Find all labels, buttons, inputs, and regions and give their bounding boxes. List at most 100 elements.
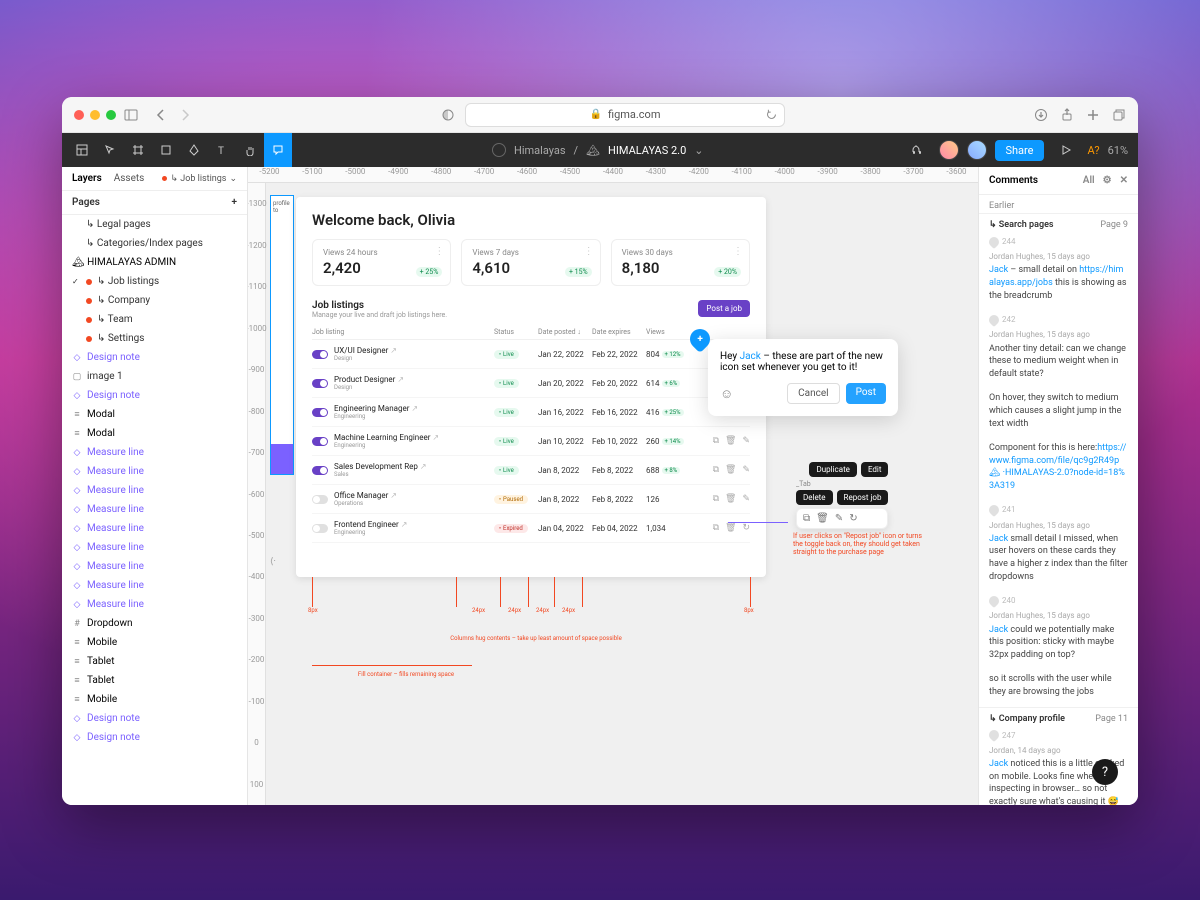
layer-item[interactable]: ≡Modal [62, 405, 247, 424]
settings-icon[interactable]: ⚙ [1103, 175, 1112, 186]
edit-icon[interactable]: ✎ [835, 513, 843, 524]
shield-icon[interactable] [441, 108, 455, 122]
comment-item[interactable]: 244Jordan Hughes, 15 days agoJack – smal… [979, 232, 1138, 310]
tabs-icon[interactable] [1112, 108, 1126, 122]
page-item[interactable]: ↳ Categories/Index pages [62, 234, 247, 253]
stat-card[interactable]: ⋮ Views 7 days 4,610 + 15% [461, 239, 600, 286]
toggle[interactable] [312, 379, 328, 388]
tab-assets[interactable]: Assets [114, 173, 145, 184]
a-badge[interactable]: A? [1088, 144, 1100, 157]
share-button[interactable]: Share [995, 140, 1043, 161]
thread-header[interactable]: ↳ Company profilePage 11 [979, 707, 1138, 726]
user-avatar-2[interactable] [967, 140, 987, 160]
toggle[interactable] [312, 524, 328, 533]
stat-card[interactable]: ⋮ Views 24 hours 2,420 + 25% [312, 239, 451, 286]
trash-icon[interactable]: 🗑 [725, 523, 736, 533]
page-item[interactable]: 🏔 HIMALAYAS ADMIN [62, 253, 247, 272]
trash-icon[interactable]: 🗑 [816, 513, 829, 524]
toggle[interactable] [312, 466, 328, 475]
minimize-window-button[interactable] [90, 110, 100, 120]
comment-item[interactable]: 242Jordan Hughes, 15 days agoAnother tin… [979, 310, 1138, 388]
page-indicator[interactable]: ↳ Job listings ⌄ [162, 174, 237, 184]
edit-icon[interactable]: ✎ [742, 436, 750, 446]
post-job-button[interactable]: Post a job [698, 300, 750, 317]
audio-icon[interactable] [903, 133, 931, 167]
stat-menu-icon[interactable]: ⋮ [733, 246, 743, 257]
comment-item[interactable]: 241Jordan Hughes, 15 days agoJack small … [979, 500, 1138, 591]
layer-item[interactable]: ◇Design note [62, 728, 247, 747]
page-item[interactable]: ↳ Team [62, 310, 247, 329]
col-header[interactable]: Status [494, 328, 538, 336]
trash-icon[interactable]: 🗑 [725, 465, 736, 475]
chevron-down-icon[interactable]: ⌄ [694, 144, 703, 157]
toggle[interactable] [312, 437, 328, 446]
partial-frame[interactable]: profile to [270, 195, 294, 475]
repost-icon[interactable]: ↻ [849, 513, 857, 524]
thread-header[interactable]: ↳ Search pagesPage 9 [979, 213, 1138, 232]
maximize-window-button[interactable] [106, 110, 116, 120]
shape-tool[interactable] [152, 133, 180, 167]
page-item[interactable]: ↳ Legal pages [62, 215, 247, 234]
emoji-picker-icon[interactable]: ☺ [720, 386, 733, 402]
layer-item[interactable]: ≡Tablet [62, 652, 247, 671]
repost-icon[interactable]: ↻ [742, 523, 750, 533]
artboard-job-listings[interactable]: Welcome back, Olivia ⋮ Views 24 hours 2,… [296, 197, 766, 577]
layer-item[interactable]: #Dropdown [62, 614, 247, 633]
comment-item[interactable]: 240Jordan Hughes, 15 days agoJack could … [979, 591, 1138, 669]
layer-item[interactable]: ≡Mobile [62, 690, 247, 709]
stat-menu-icon[interactable]: ⋮ [434, 246, 444, 257]
layer-item[interactable]: ≡Mobile [62, 633, 247, 652]
copy-icon[interactable]: ⧉ [713, 523, 719, 533]
stat-card[interactable]: ⋮ Views 30 days 8,180 + 20% [611, 239, 750, 286]
stat-menu-icon[interactable]: ⋮ [584, 246, 594, 257]
back-button[interactable] [154, 108, 168, 122]
layer-item[interactable]: ◇Measure line [62, 462, 247, 481]
trash-icon[interactable]: 🗑 [725, 436, 736, 446]
copy-icon[interactable]: ⧉ [713, 465, 719, 475]
layer-item[interactable]: ◇Measure line [62, 519, 247, 538]
layer-item[interactable]: ◇Measure line [62, 538, 247, 557]
downloads-icon[interactable] [1034, 108, 1048, 122]
col-header[interactable]: Job listing [312, 328, 494, 336]
sidebar-toggle-icon[interactable] [124, 108, 138, 122]
layer-item[interactable]: ◇Design note [62, 709, 247, 728]
cancel-button[interactable]: Cancel [787, 383, 839, 404]
canvas[interactable]: -5200-5100-5000-4900-4800-4700-4600-4500… [248, 167, 978, 805]
toggle[interactable] [312, 350, 328, 359]
layer-item[interactable]: ◇Measure line [62, 557, 247, 576]
layer-item[interactable]: ◇Measure line [62, 481, 247, 500]
hand-tool[interactable] [236, 133, 264, 167]
copy-icon[interactable]: ⧉ [713, 436, 719, 446]
comment-tool[interactable] [264, 133, 292, 167]
file-breadcrumb[interactable]: Himalayas / 🏔 HIMALAYAS 2.0 ⌄ [292, 143, 903, 157]
layer-item[interactable]: ◇Measure line [62, 595, 247, 614]
post-button[interactable]: Post [846, 383, 886, 404]
menu-tool[interactable] [68, 133, 96, 167]
layer-item[interactable]: ◇Measure line [62, 443, 247, 462]
edit-icon[interactable]: ✎ [742, 494, 750, 504]
zoom-level[interactable]: 61% [1108, 144, 1128, 157]
layer-item[interactable]: ◇Measure line [62, 500, 247, 519]
comment-item[interactable]: Component for this is here:https://www.f… [979, 438, 1138, 500]
edit-icon[interactable]: ✎ [742, 465, 750, 475]
close-icon[interactable]: ✕ [1120, 175, 1128, 186]
filter-all[interactable]: All [1083, 175, 1095, 186]
page-item[interactable]: ↳ Company [62, 291, 247, 310]
trash-icon[interactable]: 🗑 [725, 494, 736, 504]
copy-icon[interactable]: ⧉ [803, 513, 810, 524]
frame-tool[interactable] [124, 133, 152, 167]
comment-text[interactable]: Hey Jack – these are part of the new ico… [720, 351, 886, 373]
url-bar[interactable]: 🔒 figma.com [465, 103, 785, 127]
layer-item[interactable]: ◇Measure line [62, 576, 247, 595]
layer-item[interactable]: ▢image 1 [62, 367, 247, 386]
col-header[interactable]: Date posted ↓ [538, 328, 592, 336]
pen-tool[interactable] [180, 133, 208, 167]
col-header[interactable]: Date expires [592, 328, 646, 336]
tab-layers[interactable]: Layers [72, 173, 102, 184]
page-item[interactable]: ↳ Job listings [62, 272, 247, 291]
add-page-button[interactable]: + [232, 197, 238, 208]
comment-item[interactable]: On hover, they switch to medium which ca… [979, 388, 1138, 438]
layer-item[interactable]: ◇Design note [62, 386, 247, 405]
page-item[interactable]: ↳ Settings [62, 329, 247, 348]
layer-item[interactable]: ≡Modal [62, 424, 247, 443]
